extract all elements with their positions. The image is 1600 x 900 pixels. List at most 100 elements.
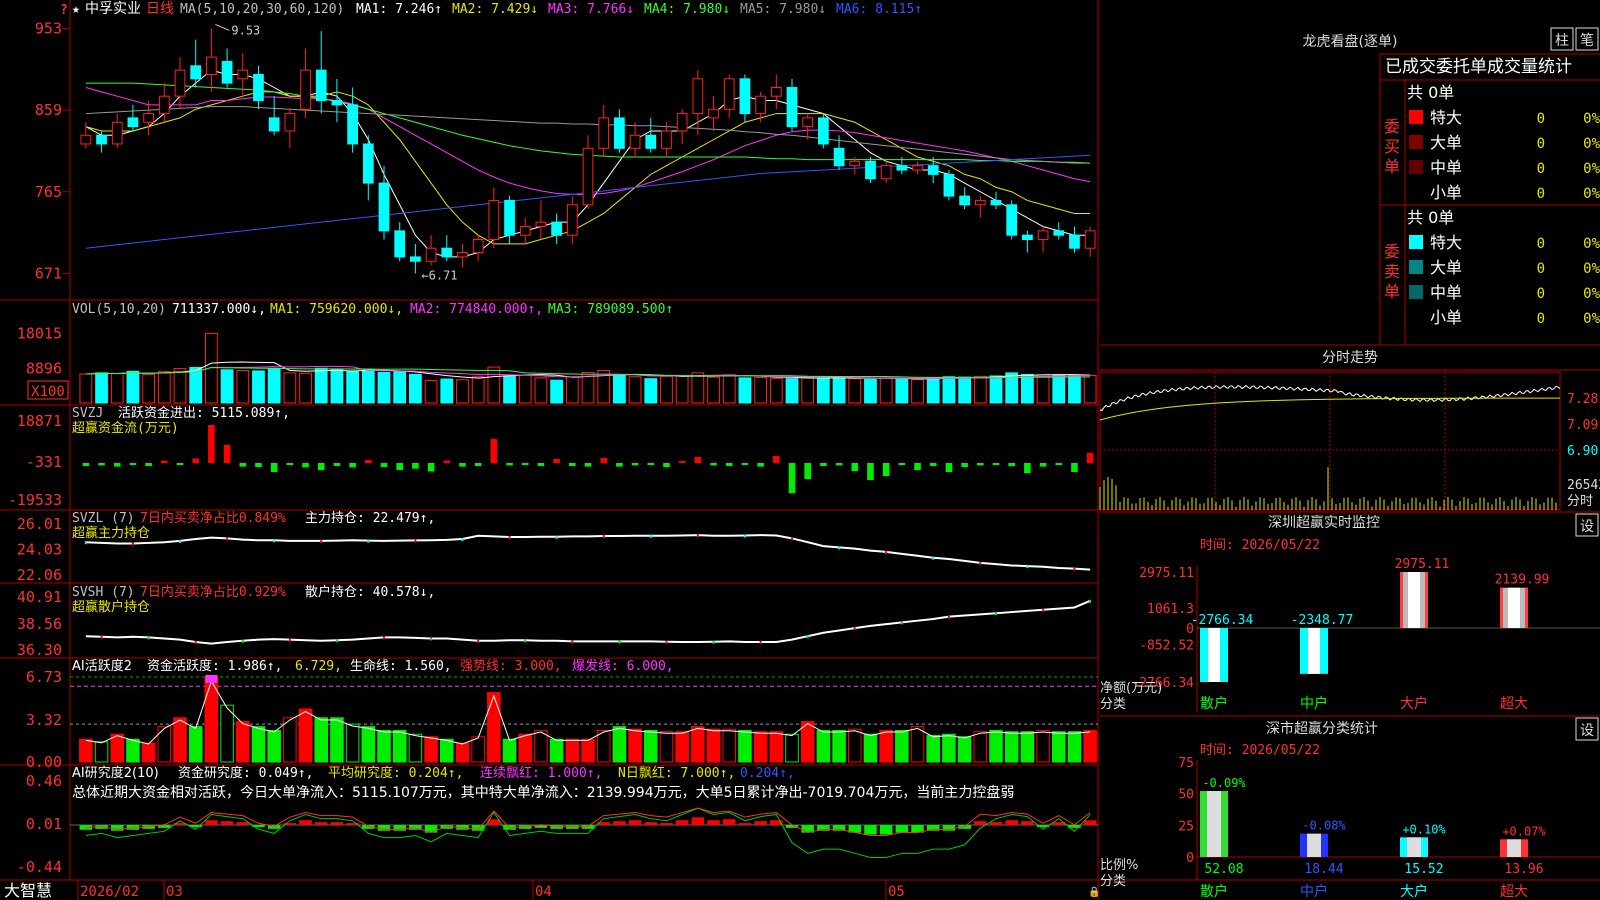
svzj-bar: [945, 463, 953, 473]
help-icon[interactable]: ?: [60, 3, 68, 18]
svzj-bar: [208, 425, 215, 463]
svsh-tick: [383, 636, 385, 640]
monitor-bar-edge: [1400, 572, 1403, 628]
toggle-bi-label[interactable]: 笔: [1580, 33, 1594, 49]
ai1-active: 资金活跃度: 1.986↑,: [147, 658, 282, 674]
svzl-tick: [838, 546, 841, 550]
ai1-bar: [879, 729, 893, 763]
monitor-bar: [1500, 587, 1528, 628]
candle: [268, 117, 280, 132]
svzl-tick: [84, 541, 87, 545]
monitor-bar-label: 散户: [1200, 695, 1228, 712]
ai1-ytick: 6.73: [26, 668, 62, 686]
vol-bar: [550, 379, 564, 404]
vol-bar: [691, 372, 705, 404]
ai2-bar: [707, 820, 720, 825]
svzj-bar: [725, 463, 733, 467]
ai2-bar: [236, 822, 250, 825]
monitor-settings-label[interactable]: 设: [1580, 519, 1594, 535]
ai1-strong: 强势线: 3.000,: [460, 658, 562, 674]
ai1-bar: [235, 721, 250, 763]
svzj-bar: [663, 463, 670, 468]
vol-bar: [926, 377, 940, 404]
ai1-bar: [942, 733, 956, 763]
monitor-ytick: 2975.11: [1139, 566, 1194, 581]
svzj-bar: [882, 463, 890, 477]
svsh-tick: [477, 639, 480, 643]
svzj-bar: [113, 463, 121, 467]
vol-bar: [299, 372, 312, 404]
vol-bar: [628, 376, 642, 404]
buy-side-char: 买: [1384, 137, 1400, 156]
vol-bar: [942, 376, 956, 404]
svzl-tick: [743, 534, 746, 538]
candle: [472, 239, 484, 254]
class-bar-label: 中户: [1300, 883, 1328, 900]
ai1-bar: [581, 738, 595, 763]
class-bar-highlight: [1407, 837, 1421, 857]
monitor-time: 时间: 2026/05/22: [1200, 538, 1320, 553]
ai2-bar: [220, 821, 234, 825]
monitor-bar-value: -2766.34: [1191, 613, 1254, 628]
svsh-tick: [430, 637, 433, 641]
ai1-bar: [377, 729, 391, 763]
svzl-tick: [885, 550, 888, 554]
buy-legend-swatch: [1409, 110, 1423, 124]
vol-bar: [864, 378, 877, 404]
candle: [519, 226, 531, 236]
candle: [1053, 230, 1065, 236]
vol-bar: [832, 376, 846, 404]
stock-terminal: 953 859 765 671? 9.53 ←6.71 ★ 中孚实业 日线 MA(5,10,20,…: [0, 0, 1600, 900]
ai2-bar: [314, 822, 328, 825]
ai1-bar: [957, 736, 972, 763]
class-ylabel: 比例%: [1100, 858, 1138, 873]
sell-row-pct: 0%: [1583, 261, 1600, 277]
svzj-bar: [396, 463, 403, 471]
ai1-bar: [330, 717, 344, 763]
candle: [300, 69, 311, 110]
monitor-bar-value: 2975.11: [1395, 557, 1450, 572]
sell-row-label: 中单: [1430, 283, 1462, 302]
ai1-bar: [800, 721, 815, 763]
candle: [394, 230, 406, 258]
ai2-bar: [613, 821, 626, 825]
intraday-ytick: 7.28: [1567, 392, 1598, 407]
candle: [943, 173, 955, 197]
star-icon[interactable]: ★: [72, 2, 80, 17]
svzj-bar: [286, 463, 294, 466]
svsh-tick: [759, 640, 762, 644]
vol-bar: [220, 369, 234, 404]
ai2-bar: [675, 820, 689, 825]
ai1-bar: [895, 729, 909, 763]
class-ylabel: 分类: [1100, 874, 1126, 889]
svzj-bar: [161, 460, 168, 463]
ai1-bar: [675, 731, 689, 763]
toggle-zhu-label[interactable]: 柱: [1555, 33, 1569, 49]
buy-row-pct: 0%: [1583, 186, 1600, 202]
ma-value: MA1: 7.246↑: [356, 2, 442, 17]
ai1-caption: AI活跃度2: [72, 658, 132, 674]
class-settings-label[interactable]: 设: [1580, 723, 1594, 739]
app-name: 大智慧: [4, 881, 52, 900]
lock-icon[interactable]: 🔒: [1088, 886, 1100, 898]
ai2-bar: [754, 821, 767, 825]
ai2-bar: [644, 822, 658, 825]
buy-side-char: 委: [1384, 117, 1400, 136]
ai2-nday: N日飘红: 7.000↑,: [618, 765, 735, 781]
candle: [990, 199, 1002, 206]
sell-row-pct: 0%: [1583, 286, 1600, 302]
sell-side-char: 单: [1384, 282, 1400, 301]
sell-side-char: 卖: [1384, 262, 1400, 281]
svzl-tick: [179, 539, 181, 543]
class-bar-value: 15.52: [1404, 862, 1443, 877]
svzj-bar: [474, 463, 482, 467]
vol-bar: [189, 366, 203, 404]
vol-bar: [675, 375, 689, 404]
candle: [158, 95, 170, 115]
vol-bar: [769, 377, 783, 404]
vol-bar: [989, 375, 1003, 404]
vol-bar: [95, 372, 108, 404]
ai1-bar: [722, 728, 737, 763]
vol-bar: [848, 378, 862, 404]
ai1-bar: [738, 729, 752, 763]
